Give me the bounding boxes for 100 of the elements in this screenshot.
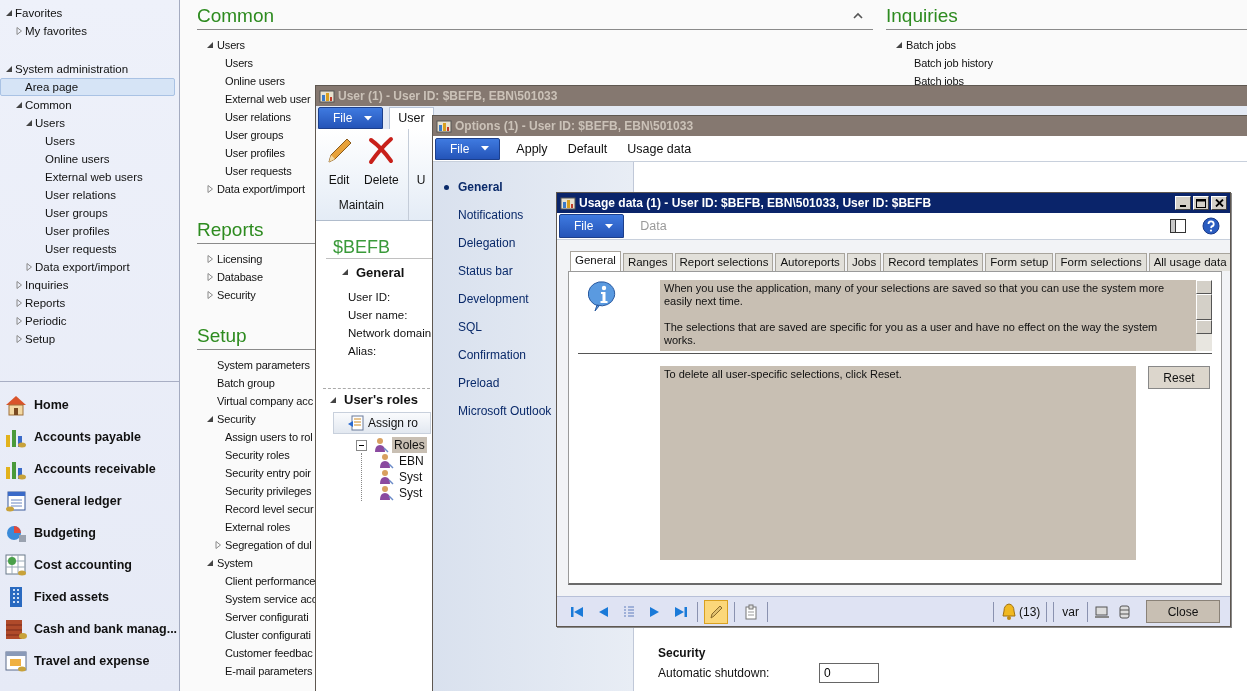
file-menu-button[interactable]: File: [435, 137, 501, 160]
tree-item[interactable]: Security: [205, 286, 257, 304]
ribbon-button[interactable]: U: [411, 135, 431, 220]
module-button[interactable]: Home: [0, 389, 179, 421]
chevron-up-icon[interactable]: [853, 12, 863, 20]
tree-item[interactable]: Virtual company acc: [205, 392, 314, 410]
expand-arrow-icon[interactable]: [895, 41, 903, 49]
panel-icon[interactable]: [1170, 219, 1186, 233]
module-button[interactable]: General ledger: [0, 485, 179, 517]
edit-mode-button[interactable]: [704, 599, 728, 624]
expand-arrow-icon[interactable]: [25, 119, 33, 127]
scrollbar[interactable]: [1196, 280, 1212, 351]
tree-item[interactable]: Licensing: [205, 250, 264, 268]
menu-item[interactable]: Default: [567, 141, 608, 156]
tab[interactable]: Ranges: [622, 253, 673, 271]
expand-arrow-icon[interactable]: [329, 395, 337, 404]
expand-arrow-icon[interactable]: [341, 268, 349, 276]
tree-item[interactable]: System administration: [0, 60, 175, 78]
tree-item[interactable]: Cluster configurati: [205, 626, 312, 644]
expand-arrow-icon[interactable]: [206, 415, 214, 423]
tree-item[interactable]: E-mail parameters: [205, 662, 314, 680]
notifications-button[interactable]: (13): [1000, 602, 1041, 621]
tree-item[interactable]: User profiles: [205, 144, 286, 162]
tab[interactable]: Report selections: [674, 253, 774, 271]
tree-item[interactable]: Security privileges: [205, 482, 313, 500]
collapse-box-icon[interactable]: [356, 439, 367, 451]
tree-item[interactable]: Users: [205, 54, 254, 72]
tree-item[interactable]: Area page: [0, 78, 175, 96]
tree-item[interactable]: Batch group: [205, 374, 276, 392]
tree-item[interactable]: Roles: [333, 437, 427, 453]
module-button[interactable]: Cash and bank manag...: [0, 613, 179, 645]
tree-item[interactable]: System parameters: [205, 356, 311, 374]
section-header[interactable]: General: [333, 263, 405, 281]
edit-button[interactable]: Edit: [319, 135, 359, 198]
module-button[interactable]: Accounts payable: [0, 421, 179, 453]
assign-roles-button[interactable]: Assign ro: [333, 412, 431, 434]
module-button[interactable]: Travel and expense: [0, 645, 179, 677]
expand-arrow-icon[interactable]: [206, 41, 214, 49]
tree-item[interactable]: External web users: [0, 168, 175, 186]
tree-item[interactable]: User requests: [205, 162, 293, 180]
tab[interactable]: Form setup: [985, 253, 1054, 271]
tab[interactable]: General: [570, 251, 621, 271]
tree-item[interactable]: EBN: [378, 453, 426, 469]
module-button[interactable]: Budgeting: [0, 517, 179, 549]
database-icon[interactable]: [1116, 603, 1132, 620]
file-menu-button[interactable]: File: [318, 107, 384, 129]
tree-item[interactable]: Client performance: [205, 572, 317, 590]
tree-item[interactable]: Users: [0, 114, 175, 132]
tree-item[interactable]: Record level secur: [205, 500, 315, 518]
tree-item[interactable]: Users: [0, 132, 175, 150]
tree-item[interactable]: External web user: [205, 90, 312, 108]
module-button[interactable]: Fixed assets: [0, 581, 179, 613]
tree-item[interactable]: Database: [205, 268, 264, 286]
module-button[interactable]: Accounts receivable: [0, 453, 179, 485]
tree-item[interactable]: User relations: [205, 108, 292, 126]
tree-item[interactable]: Security: [205, 410, 257, 428]
tab[interactable]: Form selections: [1055, 253, 1147, 271]
tree-item[interactable]: System: [205, 554, 254, 572]
tree-item[interactable]: Reports: [0, 294, 175, 312]
module-button[interactable]: Cost accounting: [0, 549, 179, 581]
expand-arrow-icon[interactable]: [15, 101, 23, 109]
tree-item[interactable]: Security roles: [205, 446, 291, 464]
tab[interactable]: Record templates: [883, 253, 984, 271]
menu-item[interactable]: Apply: [516, 141, 548, 156]
ribbon-tab[interactable]: User: [389, 107, 434, 129]
tree-item[interactable]: Favorites: [0, 4, 175, 22]
tree-item[interactable]: Security entry poir: [205, 464, 312, 482]
help-icon[interactable]: [1202, 217, 1220, 235]
tree-item[interactable]: Data export/import: [205, 180, 306, 198]
tree-item[interactable]: Segregation of dul: [205, 536, 313, 554]
tree-item[interactable]: Customer feedbac: [205, 644, 314, 662]
tree-item[interactable]: Periodic: [0, 312, 175, 330]
tree-item[interactable]: User groups: [205, 126, 285, 144]
tree-item[interactable]: External roles: [205, 518, 292, 536]
maximize-button[interactable]: [1193, 196, 1209, 210]
tree-item[interactable]: Syst: [378, 485, 426, 501]
tree-item[interactable]: Setup: [0, 330, 175, 348]
tree-item[interactable]: Inquiries: [0, 276, 175, 294]
reset-button[interactable]: Reset: [1148, 366, 1210, 389]
computer-icon[interactable]: [1094, 603, 1110, 620]
tree-item[interactable]: Batch jobs: [894, 36, 957, 54]
tab[interactable]: Autoreports: [775, 253, 845, 271]
tab[interactable]: Jobs: [846, 253, 882, 271]
input-field[interactable]: 0: [819, 663, 879, 683]
file-menu-button[interactable]: File: [559, 214, 625, 238]
close-button[interactable]: Close: [1146, 600, 1220, 623]
tree-item[interactable]: User requests: [0, 240, 175, 258]
tree-item[interactable]: User groups: [0, 204, 175, 222]
tree-item[interactable]: My favorites: [0, 22, 175, 40]
expand-arrow-icon[interactable]: [5, 9, 13, 17]
tree-item[interactable]: Common: [0, 96, 175, 114]
delete-button[interactable]: Delete: [359, 135, 404, 198]
tree-item[interactable]: Online users: [0, 150, 175, 168]
menu-item[interactable]: Usage data: [627, 141, 692, 156]
tree-item[interactable]: Data export/import: [0, 258, 175, 276]
tree-item[interactable]: User relations: [0, 186, 175, 204]
tree-item[interactable]: Users: [205, 36, 246, 54]
minimize-button[interactable]: [1175, 196, 1191, 210]
close-button[interactable]: [1211, 196, 1227, 210]
tree-item[interactable]: Assign users to rol: [205, 428, 314, 446]
